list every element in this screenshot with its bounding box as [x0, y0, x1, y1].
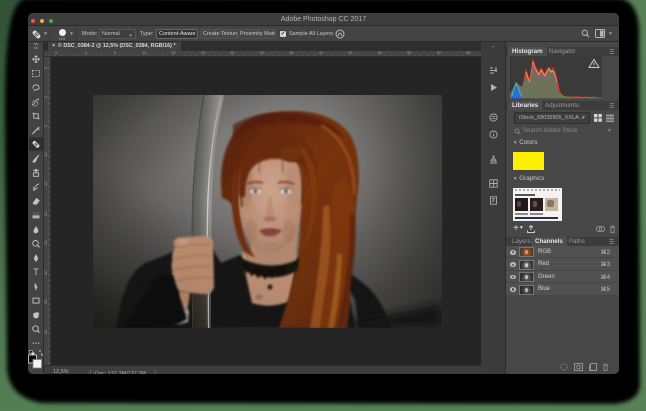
svg-text:T: T [33, 267, 39, 277]
